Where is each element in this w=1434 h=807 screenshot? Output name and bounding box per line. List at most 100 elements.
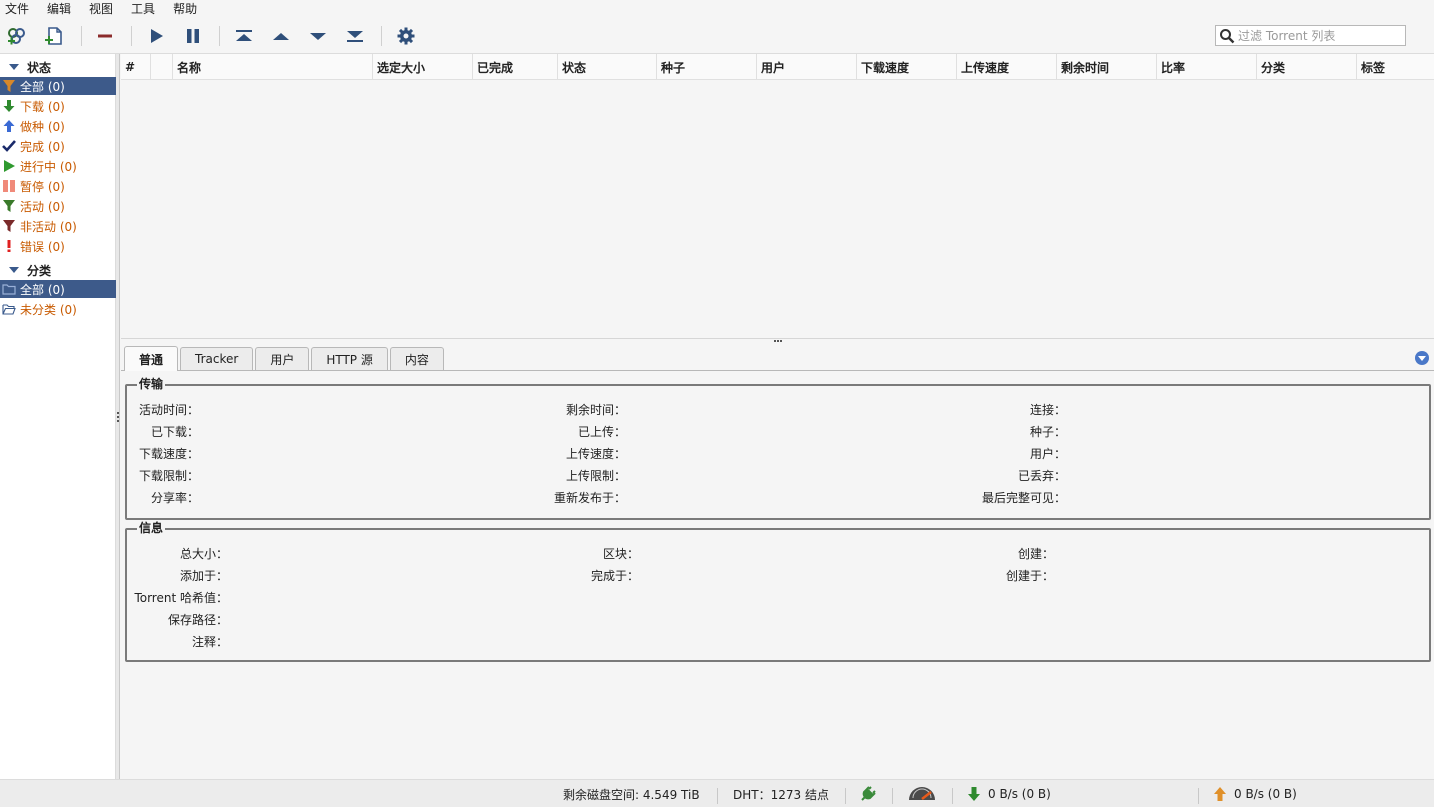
menu-view[interactable]: 视图 [83, 0, 125, 18]
add-torrent-file-button[interactable] [42, 24, 66, 48]
options-button[interactable] [394, 24, 418, 48]
tab-trackers[interactable]: Tracker [180, 347, 254, 370]
menu-file[interactable]: 文件 [0, 0, 41, 18]
field-label: 已丢弃： [1017, 469, 1066, 483]
status-section-header[interactable]: 状态 [0, 59, 51, 75]
column-header-status-icon[interactable] [151, 54, 173, 80]
column-header-peers[interactable]: 用户 [757, 54, 857, 80]
status-filter-label: 全部 (0) [20, 79, 65, 94]
status-filter-errored[interactable]: 错误 (0) [0, 237, 116, 255]
category-filter-all[interactable]: 全部 (0) [0, 280, 116, 298]
field-label: 完成于： [590, 569, 639, 583]
column-header-category[interactable]: 分类 [1257, 54, 1357, 80]
column-header-download-speed[interactable]: 下载速度 [857, 54, 957, 80]
status-separator [1198, 788, 1199, 804]
minus-icon [98, 34, 112, 38]
status-filter-label: 进行中 (0) [20, 159, 77, 174]
field-label: 创建： [1017, 547, 1054, 561]
field-label: 最后完整可见： [981, 491, 1066, 505]
status-filter-inactive[interactable]: 非活动 (0) [0, 217, 116, 235]
column-header-ratio[interactable]: 比率 [1157, 54, 1257, 80]
pause-button[interactable] [181, 24, 205, 48]
field-label: Torrent 哈希值： [134, 591, 228, 605]
status-filter-seeding[interactable]: 做种 (0) [0, 117, 116, 135]
tab-peers[interactable]: 用户 [255, 347, 310, 370]
connection-status-button[interactable] [858, 780, 878, 807]
tab-menu-chevron-icon[interactable] [1415, 351, 1429, 365]
menu-tools[interactable]: 工具 [125, 0, 167, 18]
status-filter-downloading[interactable]: 下载 (0) [0, 97, 116, 115]
menu-bar: 文件 编辑 视图 工具 帮助 [0, 0, 1434, 18]
category-filter-label: 全部 (0) [20, 282, 65, 297]
pause-icon [0, 177, 18, 195]
column-header-name[interactable]: 名称 [173, 54, 373, 80]
search-box [1215, 25, 1406, 46]
status-filter-all[interactable]: 全部 (0) [0, 77, 116, 95]
speedometer-icon [909, 787, 935, 800]
column-header-seeds[interactable]: 种子 [657, 54, 757, 80]
menu-help[interactable]: 帮助 [167, 0, 209, 18]
play-icon [151, 29, 163, 43]
status-filter-completed[interactable]: 完成 (0) [0, 137, 116, 155]
field-label: 添加于： [179, 569, 228, 583]
field-label: 分享率： [150, 491, 199, 505]
field-label: 下载限制： [138, 469, 199, 483]
toolbar-separator [219, 26, 220, 46]
category-filter-uncategorized[interactable]: 未分类 (0) [0, 300, 116, 318]
upload-speed-indicator[interactable]: 0 B/s (0 B) [1212, 780, 1297, 807]
resume-button[interactable] [144, 24, 168, 48]
download-speed-indicator[interactable]: 0 B/s (0 B) [966, 780, 1051, 807]
category-section-header[interactable]: 分类 [0, 262, 51, 278]
move-bottom-icon [347, 31, 363, 42]
field-label: 创建于： [1005, 569, 1054, 583]
field-label: 活动时间： [138, 403, 199, 417]
column-header-eta[interactable]: 剩余时间 [1057, 54, 1157, 80]
column-header-tags[interactable]: 标签 [1357, 54, 1434, 80]
move-down-icon [310, 33, 326, 40]
field-label: 总大小： [179, 547, 228, 561]
free-space-label: 剩余磁盘空间: 4.549 TiB [563, 787, 700, 802]
move-top-button[interactable] [232, 24, 256, 48]
status-separator [717, 788, 718, 804]
sidebar-splitter[interactable] [116, 54, 120, 779]
status-filter-paused[interactable]: 暂停 (0) [0, 177, 116, 195]
add-torrent-link-button[interactable] [5, 24, 29, 48]
gear-icon [397, 27, 415, 45]
upload-arrow-icon [0, 117, 18, 135]
column-header-status[interactable]: 状态 [558, 54, 657, 80]
field-label: 保存路径： [167, 613, 228, 627]
status-filter-label: 完成 (0) [20, 139, 65, 154]
error-icon [0, 237, 18, 255]
tab-general[interactable]: 普通 [124, 346, 179, 371]
search-icon [1216, 26, 1238, 45]
status-filter-label: 活动 (0) [20, 199, 65, 214]
column-header-upload-speed[interactable]: 上传速度 [957, 54, 1057, 80]
torrent-list[interactable]: # 名称 选定大小 已完成 状态 种子 用户 下载速度 上传速度 剩余时间 比率… [121, 54, 1434, 338]
column-header-size[interactable]: 选定大小 [373, 54, 473, 80]
status-filter-running[interactable]: 进行中 (0) [0, 157, 116, 175]
status-filter-active[interactable]: 活动 (0) [0, 197, 116, 215]
tab-divider [121, 370, 1434, 371]
speed-limit-toggle-button[interactable] [907, 780, 937, 807]
column-header-progress[interactable]: 已完成 [473, 54, 558, 80]
field-label: 用户： [1029, 447, 1066, 461]
search-input[interactable] [1238, 28, 1398, 43]
delete-button[interactable] [93, 24, 117, 48]
status-separator [952, 788, 953, 804]
pause-icon [187, 29, 199, 43]
move-bottom-button[interactable] [343, 24, 367, 48]
toolbar-separator [381, 26, 382, 46]
field-label: 已上传： [577, 425, 626, 439]
move-down-button[interactable] [306, 24, 330, 48]
tab-content[interactable]: 内容 [389, 347, 444, 370]
move-up-button[interactable] [269, 24, 293, 48]
toolbar-separator [131, 26, 132, 46]
field-label: 注释： [191, 635, 228, 649]
move-top-icon [236, 30, 252, 41]
column-header-number[interactable]: # [121, 54, 151, 80]
status-bar: 剩余磁盘空间: 4.549 TiB DHT：1273 结点 0 B/s (0 B… [0, 779, 1434, 807]
tab-http-sources[interactable]: HTTP 源 [311, 347, 388, 370]
field-label: 重新发布于： [553, 491, 626, 505]
menu-edit[interactable]: 编辑 [41, 0, 83, 18]
sidebar: 状态 全部 (0) 下载 (0) 做种 (0) 完成 (0) 进行中 (0) 暂… [0, 54, 116, 807]
